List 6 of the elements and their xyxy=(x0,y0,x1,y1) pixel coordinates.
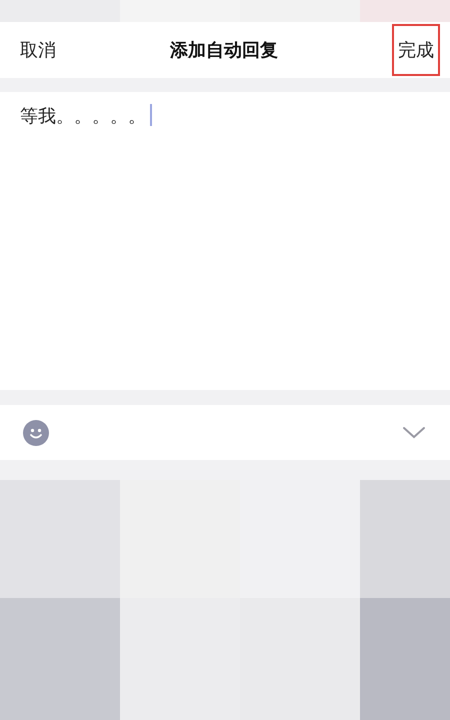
emoji-icon[interactable] xyxy=(23,420,49,446)
chevron-down-icon[interactable] xyxy=(402,426,426,440)
reply-text-field[interactable]: 等我。。。。。 xyxy=(0,92,450,390)
cancel-button[interactable]: 取消 xyxy=(20,38,56,62)
done-button[interactable]: 完成 xyxy=(392,24,440,76)
page-title: 添加自动回复 xyxy=(170,39,278,62)
